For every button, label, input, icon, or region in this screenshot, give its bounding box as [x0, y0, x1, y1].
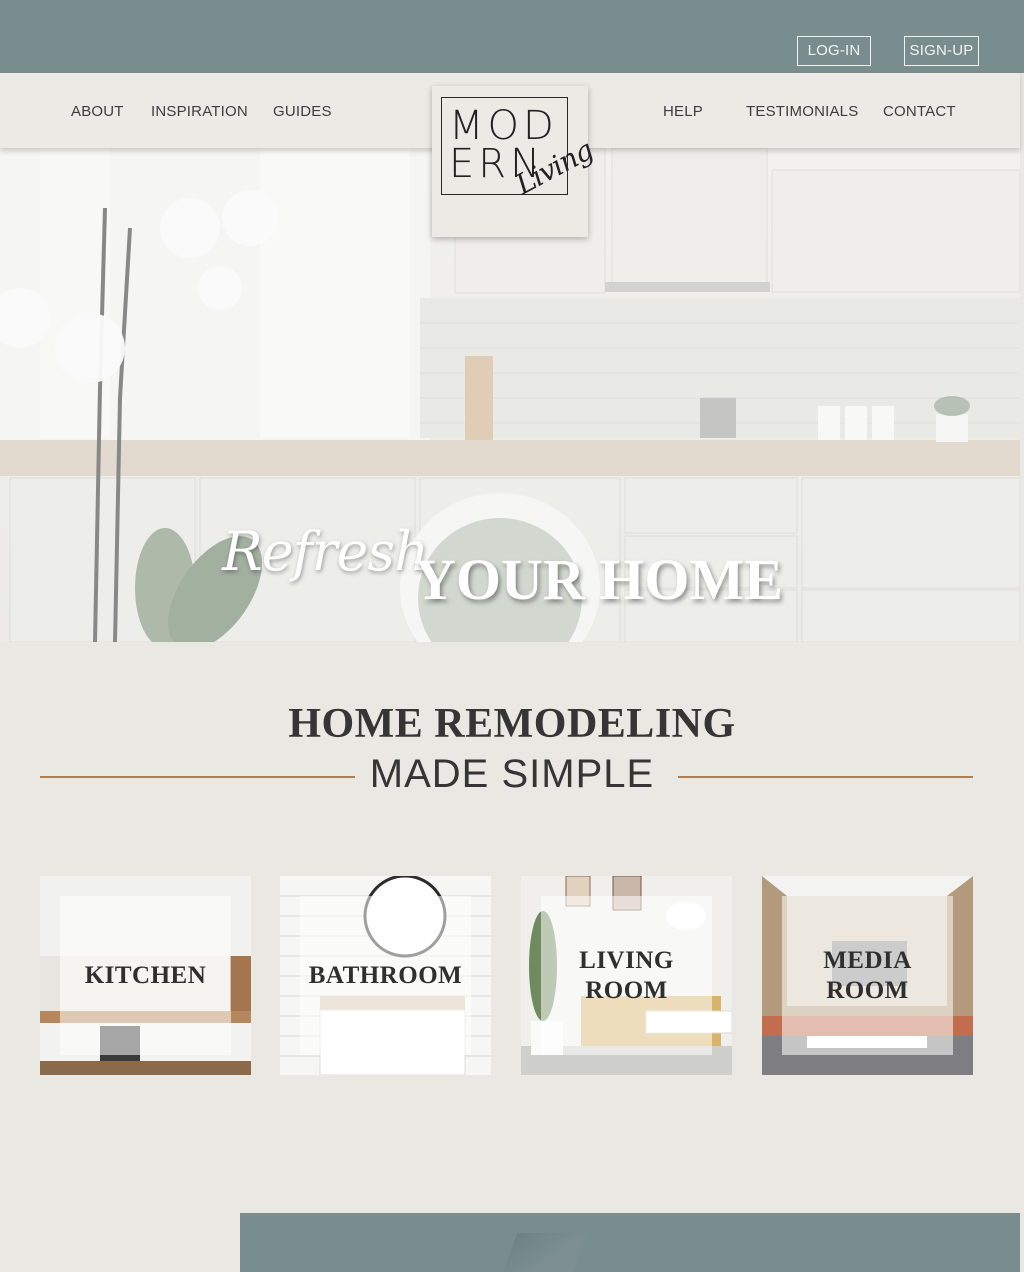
nav-link-inspiration[interactable]: INSPIRATION	[151, 103, 248, 120]
tile-label-line-2: ROOM	[585, 977, 668, 1004]
signup-button[interactable]: SIGN-UP	[904, 36, 979, 66]
tile-label-line-1: LIVING	[579, 947, 674, 974]
nav-link-testimonials[interactable]: TESTIMONIALS	[746, 103, 858, 120]
hero-script-text: Refresh	[222, 520, 429, 583]
hero-title: YOUR HOME	[414, 547, 783, 612]
tile-label-kitchen: KITCHEN	[84, 962, 207, 989]
section-subtitle: MADE SIMPLE	[369, 752, 655, 796]
tile-label-line-2: ROOM	[826, 977, 909, 1004]
divider-left	[40, 776, 355, 778]
section-title: HOME REMODELING	[288, 701, 736, 747]
category-tile-kitchen[interactable]: KITCHEN	[40, 876, 251, 1075]
tile-label-media-room: MEDIA ROOM	[762, 946, 973, 1006]
nav-link-contact[interactable]: CONTACT	[883, 103, 956, 120]
decorative-mark	[502, 1233, 588, 1272]
logo-text-line-1: MOD	[449, 103, 558, 149]
category-tile-living-room[interactable]: LIVING ROOM	[521, 876, 732, 1075]
tile-label-living-room: LIVING ROOM	[521, 946, 732, 1006]
nav-link-help[interactable]: HELP	[663, 103, 703, 120]
nav-link-about[interactable]: ABOUT	[71, 103, 124, 120]
site-logo[interactable]: MOD ERN Living	[432, 86, 598, 237]
category-tile-bathroom[interactable]: BATHROOM	[280, 876, 491, 1075]
tile-label-bathroom: BATHROOM	[308, 962, 463, 989]
login-button[interactable]: LOG-IN	[797, 36, 871, 66]
footer-teaser-band	[240, 1213, 1020, 1272]
category-tile-media-room[interactable]: MEDIA ROOM	[762, 876, 973, 1075]
nav-link-guides[interactable]: GUIDES	[273, 103, 332, 120]
divider-right	[678, 776, 973, 778]
tile-label-line-1: MEDIA	[823, 947, 912, 974]
top-utility-bar: LOG-IN SIGN-UP	[0, 0, 1024, 73]
